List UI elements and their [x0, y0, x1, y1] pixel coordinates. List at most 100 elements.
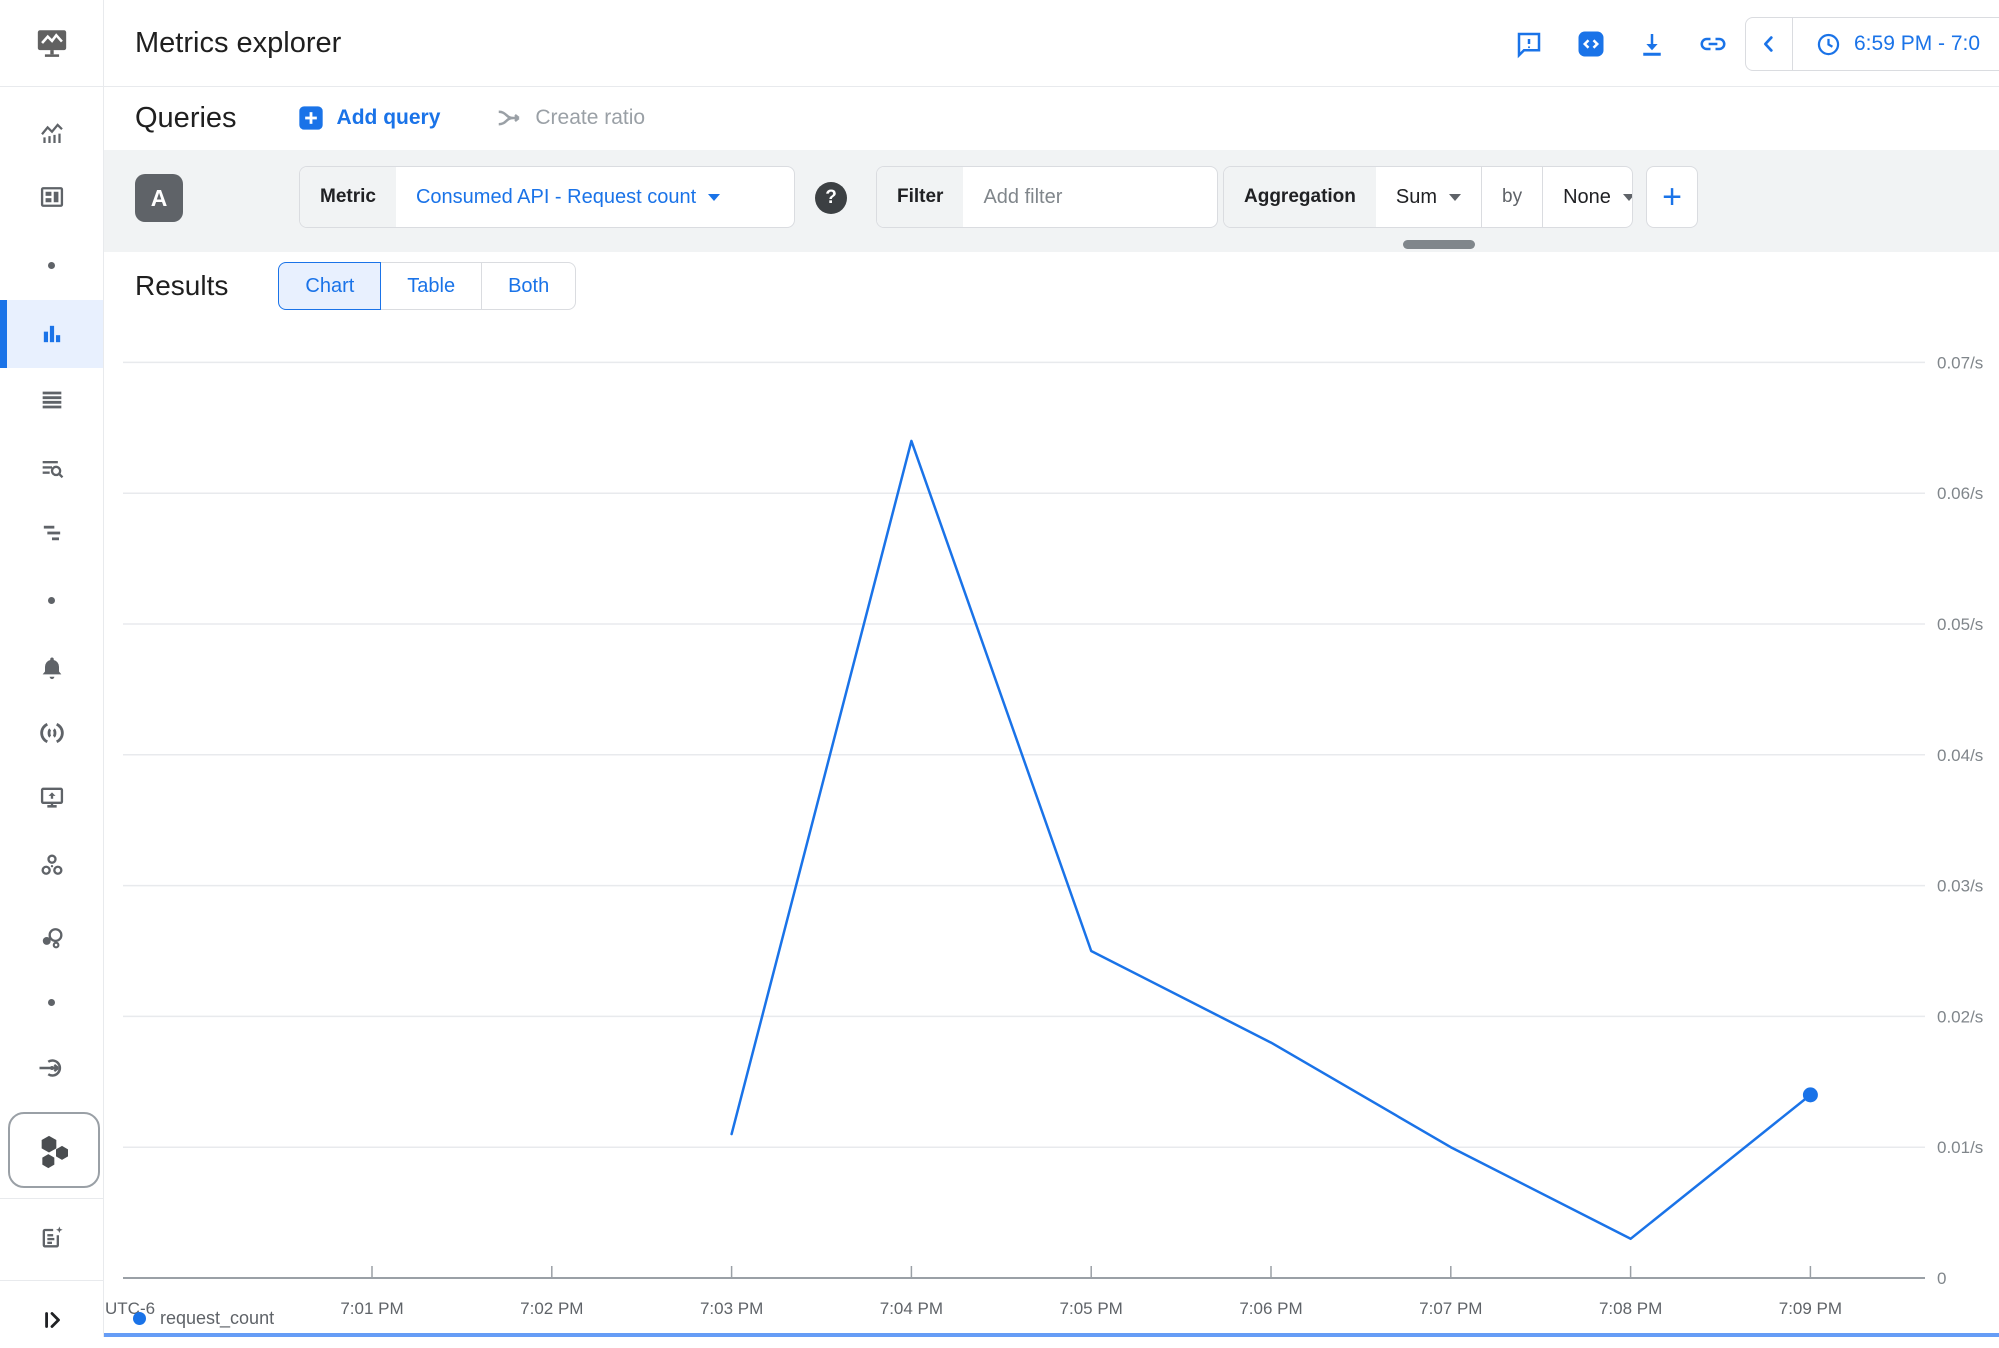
results-section-header: Results Chart Table Both [103, 252, 1999, 320]
group-by-value: None [1563, 186, 1611, 209]
sidebar-item-hexagons[interactable] [8, 1112, 100, 1188]
svg-text:0.03/s: 0.03/s [1937, 877, 1983, 896]
metric-selector[interactable]: Consumed API - Request count [396, 167, 740, 227]
aggregation-selector[interactable]: Sum [1376, 167, 1481, 227]
query-letter-badge: A [135, 174, 183, 222]
bottom-scroll-indicator [103, 1333, 1999, 1337]
sidebar-item-uptime[interactable] [0, 705, 103, 761]
uptime-checks-icon [38, 719, 66, 747]
alerting-bell-icon [38, 654, 66, 682]
sidebar-item-alerting[interactable] [0, 640, 103, 696]
integrations-icon [38, 924, 66, 952]
plus-square-icon [297, 104, 325, 132]
add-query-button[interactable]: Add query [297, 104, 441, 132]
merge-arrows-icon [495, 103, 525, 133]
tab-table[interactable]: Table [380, 262, 482, 310]
results-heading: Results [135, 270, 228, 302]
release-notes-icon [38, 1223, 66, 1251]
timeseries-chart[interactable]: 0.07/s0.06/s0.05/s0.04/s0.03/s0.02/s0.01… [103, 320, 1999, 1337]
sidebar-expand-button[interactable] [0, 1292, 103, 1348]
expand-panel-icon [39, 1307, 65, 1333]
sidebar-divider [0, 1198, 103, 1199]
svg-text:7:06 PM: 7:06 PM [1239, 1299, 1302, 1318]
chevron-down-icon [708, 194, 720, 201]
svg-text:0: 0 [1937, 1269, 1946, 1288]
sidebar-item-overview[interactable] [0, 105, 103, 161]
filter-placeholder: Add filter [983, 186, 1062, 209]
add-aggregation-button[interactable]: + [1646, 166, 1698, 228]
sidebar-item-metrics-list[interactable] [0, 372, 103, 428]
metric-pill: Metric Consumed API - Request count [299, 166, 795, 228]
chart-canvas: 0.07/s0.06/s0.05/s0.04/s0.03/s0.02/s0.01… [103, 320, 1999, 1337]
feedback-icon[interactable] [1514, 29, 1544, 59]
sidebar-item-groups[interactable] [0, 837, 103, 893]
sidebar-item-metrics-explorer[interactable] [0, 300, 103, 368]
aggregation-pill: Aggregation Sum by None [1223, 166, 1633, 228]
svg-text:7:09 PM: 7:09 PM [1779, 1299, 1842, 1318]
resize-drag-handle[interactable] [1403, 240, 1475, 249]
filter-input[interactable]: Add filter [963, 167, 1217, 227]
sidebar-item-integrations[interactable] [0, 910, 103, 966]
create-ratio-button[interactable]: Create ratio [495, 103, 645, 133]
collapsed-dot-icon [48, 999, 55, 1006]
svg-text:7:07 PM: 7:07 PM [1419, 1299, 1482, 1318]
dashboards-icon [38, 183, 66, 211]
metrics-explorer-icon [38, 320, 66, 348]
link-icon[interactable] [1698, 29, 1728, 59]
sidebar-item-collapsed-1[interactable] [0, 237, 103, 293]
aggregation-value: Sum [1396, 186, 1437, 209]
download-icon[interactable] [1637, 29, 1667, 59]
app-header: Metrics explorer [0, 0, 1999, 87]
queries-heading: Queries [135, 102, 237, 135]
code-icon[interactable] [1576, 29, 1606, 59]
sidebar-item-probe[interactable] [0, 1040, 103, 1096]
tab-both[interactable]: Both [481, 262, 576, 310]
collapsed-dot-icon [48, 597, 55, 604]
aggregation-label: Aggregation [1224, 167, 1376, 227]
svg-text:0.02/s: 0.02/s [1937, 1007, 1983, 1026]
svg-text:0.05/s: 0.05/s [1937, 615, 1983, 634]
time-range-button[interactable]: 6:59 PM - 7:0 [1793, 18, 1980, 70]
monitoring-logo-icon [34, 26, 70, 60]
sidebar-item-collapsed-3[interactable] [0, 974, 103, 1030]
metric-value: Consumed API - Request count [416, 186, 696, 209]
svg-text:0.07/s: 0.07/s [1937, 353, 1983, 372]
sidebar-item-collapsed-2[interactable] [0, 572, 103, 628]
svg-text:7:05 PM: 7:05 PM [1060, 1299, 1123, 1318]
sidebar-item-screen-share[interactable] [0, 769, 103, 825]
sidebar-item-trace[interactable] [0, 505, 103, 561]
clock-icon [1815, 31, 1842, 58]
filter-label: Filter [877, 167, 963, 227]
screen-share-icon [38, 783, 66, 811]
trace-spans-icon [38, 519, 66, 547]
filter-pill: Filter Add filter [876, 166, 1218, 228]
create-ratio-label: Create ratio [535, 106, 645, 130]
svg-text:7:02 PM: 7:02 PM [520, 1299, 583, 1318]
results-view-toggle: Chart Table Both [278, 262, 576, 310]
metrics-list-icon [38, 386, 66, 414]
legend-item-request-count[interactable]: request_count [133, 1308, 274, 1329]
tab-chart[interactable]: Chart [278, 262, 381, 310]
monitoring-overview-icon [37, 118, 67, 148]
product-logo-cell[interactable] [0, 0, 104, 86]
queries-section-header: Queries Add query Create ratio [103, 86, 1999, 150]
svg-text:7:03 PM: 7:03 PM [700, 1299, 763, 1318]
metric-help-icon[interactable]: ? [815, 182, 847, 214]
sidebar-divider [0, 1280, 103, 1281]
sidebar-item-release-notes[interactable] [0, 1209, 103, 1265]
page-title: Metrics explorer [135, 0, 341, 86]
group-by-selector[interactable]: None [1543, 167, 1633, 227]
sidebar-item-log-search[interactable] [0, 440, 103, 496]
selected-indicator [0, 300, 7, 368]
hexagons-gke-icon [32, 1130, 76, 1170]
svg-text:0.06/s: 0.06/s [1937, 484, 1983, 503]
legend-label: request_count [160, 1308, 274, 1329]
groups-icon [38, 851, 66, 879]
chevron-left-icon[interactable] [1746, 18, 1793, 70]
time-range-text: 6:59 PM - 7:0 [1854, 32, 1980, 56]
collapsed-dot-icon [48, 262, 55, 269]
chevron-down-icon [1449, 194, 1461, 201]
left-nav [0, 86, 104, 1337]
add-query-label: Add query [337, 106, 441, 130]
sidebar-item-dashboards[interactable] [0, 169, 103, 225]
